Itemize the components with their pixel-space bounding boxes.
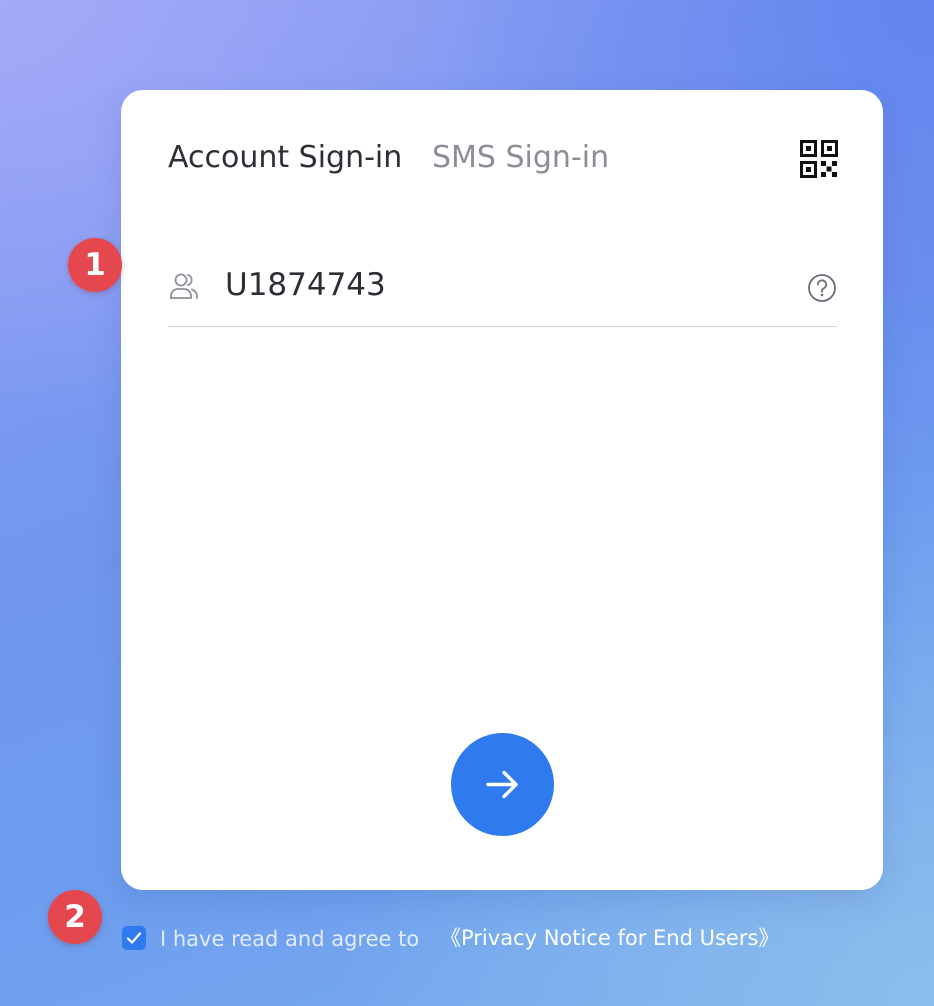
agreement-text: I have read and agree to xyxy=(160,927,420,951)
qr-code-icon[interactable] xyxy=(800,140,838,178)
checkmark-icon xyxy=(126,932,142,944)
arrow-right-icon xyxy=(486,770,518,799)
submit-button[interactable] xyxy=(451,733,554,836)
user-group-icon xyxy=(168,270,200,302)
help-icon[interactable] xyxy=(807,273,837,303)
username-value[interactable]: U1874743 xyxy=(225,267,386,303)
step-badge-1: 1 xyxy=(68,238,122,292)
tab-sms-sign-in[interactable]: SMS Sign-in xyxy=(432,140,609,176)
username-field[interactable]: U1874743 xyxy=(168,250,837,327)
tab-account-sign-in[interactable]: Account Sign-in xyxy=(168,140,402,176)
privacy-notice-link[interactable]: 《Privacy Notice for End Users》 xyxy=(440,924,779,952)
step-badge-2: 2 xyxy=(48,890,102,944)
agree-checkbox[interactable] xyxy=(122,926,146,950)
